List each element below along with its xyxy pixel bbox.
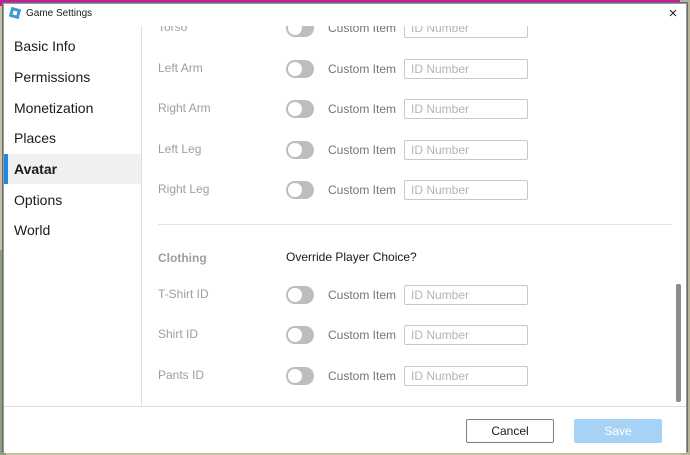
sidebar-item-places[interactable]: Places xyxy=(4,123,141,153)
row-label: Right Arm xyxy=(158,101,211,115)
body-part-row-right-leg: Right Leg Custom Item xyxy=(142,179,672,203)
custom-item-label: Custom Item xyxy=(328,26,397,35)
id-number-input[interactable] xyxy=(404,26,528,38)
row-label: T-Shirt ID xyxy=(158,287,209,301)
override-player-choice-label: Override Player Choice? xyxy=(286,250,417,264)
custom-item-label: Custom Item xyxy=(328,369,397,383)
clothing-row-pants: Pants ID Custom Item xyxy=(142,365,672,389)
close-icon[interactable]: × xyxy=(664,5,682,23)
sidebar-item-options[interactable]: Options xyxy=(4,185,141,215)
row-label: Left Leg xyxy=(158,142,202,156)
custom-item-toggle[interactable] xyxy=(286,326,314,344)
custom-item-label: Custom Item xyxy=(328,62,397,76)
clothing-section-label: Clothing xyxy=(158,251,207,265)
game-settings-window: Game Settings × Basic Info Permissions M… xyxy=(3,3,687,453)
body-part-row-left-leg: Left Leg Custom Item xyxy=(142,139,672,163)
clothing-row-tshirt: T-Shirt ID Custom Item xyxy=(142,284,672,308)
toggle-knob xyxy=(288,328,302,342)
sidebar-item-permissions[interactable]: Permissions xyxy=(4,62,141,92)
clothing-row-shirt: Shirt ID Custom Item xyxy=(142,324,672,348)
body-part-row-left-arm: Left Arm Custom Item xyxy=(142,58,672,82)
toggle-knob xyxy=(288,369,302,383)
sidebar-item-avatar[interactable]: Avatar xyxy=(4,154,141,184)
window-title: Game Settings xyxy=(26,8,93,19)
body-part-row-torso: Torso Custom Item xyxy=(142,26,672,41)
id-number-input[interactable] xyxy=(404,59,528,79)
id-number-input[interactable] xyxy=(404,325,528,345)
row-label: Shirt ID xyxy=(158,327,199,341)
custom-item-label: Custom Item xyxy=(328,288,397,302)
toggle-knob xyxy=(288,102,302,116)
custom-item-toggle[interactable] xyxy=(286,181,314,199)
scrollbar-thumb[interactable] xyxy=(676,284,681,402)
custom-item-toggle[interactable] xyxy=(286,141,314,159)
toggle-knob xyxy=(288,26,302,35)
scrollbar-track[interactable] xyxy=(674,26,682,406)
row-label: Left Arm xyxy=(158,61,203,75)
id-number-input[interactable] xyxy=(404,99,528,119)
save-button[interactable]: Save xyxy=(574,419,662,443)
sidebar-item-basic-info[interactable]: Basic Info xyxy=(4,31,141,61)
toggle-knob xyxy=(288,288,302,302)
cancel-button[interactable]: Cancel xyxy=(466,419,554,443)
section-divider xyxy=(158,224,672,225)
id-number-input[interactable] xyxy=(404,180,528,200)
custom-item-toggle[interactable] xyxy=(286,100,314,118)
toggle-knob xyxy=(288,143,302,157)
row-label: Right Leg xyxy=(158,182,210,196)
studio-logo-icon xyxy=(8,6,22,20)
custom-item-toggle[interactable] xyxy=(286,367,314,385)
custom-item-toggle[interactable] xyxy=(286,60,314,78)
body-part-row-right-arm: Right Arm Custom Item xyxy=(142,98,672,122)
custom-item-label: Custom Item xyxy=(328,328,397,342)
sidebar-item-world[interactable]: World xyxy=(4,215,141,245)
custom-item-label: Custom Item xyxy=(328,183,397,197)
custom-item-toggle[interactable] xyxy=(286,286,314,304)
id-number-input[interactable] xyxy=(404,366,528,386)
custom-item-toggle[interactable] xyxy=(286,26,314,37)
avatar-settings-panel[interactable]: Torso Custom Item Left Arm Custom Item R… xyxy=(142,26,682,406)
dialog-footer: Cancel Save xyxy=(4,406,686,453)
id-number-input[interactable] xyxy=(404,140,528,160)
settings-sidebar: Basic Info Permissions Monetization Plac… xyxy=(4,26,142,406)
row-label: Pants ID xyxy=(158,368,205,382)
id-number-input[interactable] xyxy=(404,285,528,305)
row-label: Torso xyxy=(158,26,188,34)
toggle-knob xyxy=(288,183,302,197)
sidebar-item-monetization[interactable]: Monetization xyxy=(4,93,141,123)
toggle-knob xyxy=(288,62,302,76)
custom-item-label: Custom Item xyxy=(328,102,397,116)
custom-item-label: Custom Item xyxy=(328,143,397,157)
title-bar[interactable]: Game Settings × xyxy=(4,4,686,26)
